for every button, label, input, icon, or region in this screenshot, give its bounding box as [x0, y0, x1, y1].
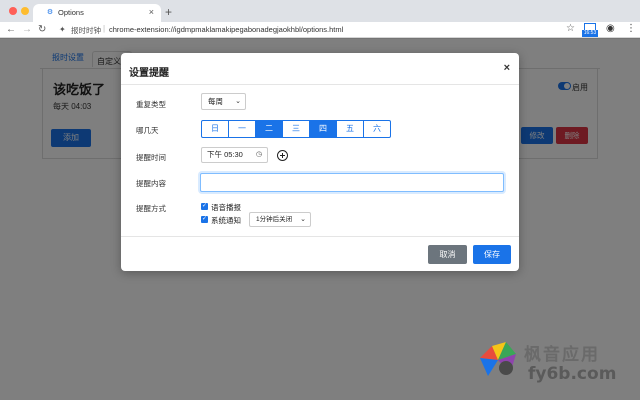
- notify-close-value: 1分钟后关闭: [256, 216, 293, 223]
- voice-checkbox-label: 语音播报: [211, 203, 241, 212]
- omnibox-site-name[interactable]: 报时时钟: [71, 25, 101, 36]
- reminder-content-label: 提醒内容: [136, 179, 166, 188]
- day-button-fri[interactable]: 五: [336, 120, 364, 138]
- forward-arrow-icon[interactable]: →: [22, 23, 32, 37]
- cancel-button[interactable]: 取消: [428, 245, 467, 264]
- voice-checkbox[interactable]: ✓: [201, 203, 208, 210]
- day-button-sun[interactable]: 日: [201, 120, 229, 138]
- extension-clock-icon: [584, 23, 596, 30]
- new-tab-button[interactable]: +: [165, 5, 172, 19]
- reminder-method-label: 提醒方式: [136, 204, 166, 213]
- tab-title: Options: [58, 8, 84, 17]
- modal-footer-divider: [121, 236, 519, 237]
- notify-checkbox[interactable]: ✓: [201, 216, 208, 223]
- clock-icon: ◷: [255, 151, 262, 158]
- bookmark-star-icon[interactable]: ☆: [566, 23, 575, 34]
- watermark-text-top: 枫音应用: [524, 345, 600, 365]
- day-button-tue[interactable]: 二: [255, 120, 283, 138]
- day-button-thu[interactable]: 四: [309, 120, 337, 138]
- account-icon[interactable]: ◉: [606, 23, 615, 34]
- notify-checkbox-label: 系统通知: [211, 216, 241, 225]
- back-arrow-icon[interactable]: ←: [6, 23, 16, 37]
- repeat-type-select[interactable]: 每周 ⌄: [201, 93, 246, 110]
- watermark-text-bottom: fy6b.com: [528, 364, 617, 384]
- modal-title: 设置提醒: [129, 68, 169, 79]
- add-time-plus-icon[interactable]: [277, 150, 288, 161]
- browser-toolbar: ← → ↻ ✦ 报时时钟 | chrome-extension://igdmpm…: [0, 22, 640, 38]
- day-button-mon[interactable]: 一: [228, 120, 256, 138]
- close-icon[interactable]: ×: [504, 62, 510, 74]
- puzzle-icon: ✦: [59, 25, 66, 34]
- save-button[interactable]: 保存: [473, 245, 511, 264]
- modal-header-divider: [121, 84, 519, 85]
- day-button-wed[interactable]: 三: [282, 120, 310, 138]
- reminder-time-label: 提醒时间: [136, 153, 166, 162]
- weekday-button-group: 日 一 二 三 四 五 六: [201, 120, 391, 138]
- window-close-button[interactable]: [9, 7, 17, 15]
- watermark-logo-icon: [480, 342, 516, 376]
- reload-icon[interactable]: ↻: [38, 23, 46, 37]
- extension-favicon-icon: ⚙: [46, 9, 54, 16]
- days-label: 哪几天: [136, 126, 159, 135]
- chevron-down-icon: ⌄: [300, 216, 306, 223]
- day-button-sat[interactable]: 六: [363, 120, 391, 138]
- omnibox-url[interactable]: chrome-extension://igdmpmaklamakipegabon…: [109, 25, 343, 34]
- tab-close-icon[interactable]: ×: [149, 7, 154, 17]
- reminder-time-input[interactable]: 下午 05:30 ◷: [201, 147, 268, 163]
- reminder-time-value: 下午 05:30: [207, 150, 243, 159]
- window-minimize-button[interactable]: [21, 7, 29, 15]
- reminder-content-input[interactable]: [200, 173, 504, 192]
- browser-tab[interactable]: ⚙ Options ×: [33, 4, 161, 22]
- reminder-modal: 设置提醒 × 重复类型 每周 ⌄ 哪几天 日 一 二 三 四 五 六 提醒时间 …: [121, 53, 519, 271]
- repeat-type-label: 重复类型: [136, 100, 166, 109]
- chevron-down-icon: ⌄: [235, 98, 241, 105]
- notify-close-select[interactable]: 1分钟后关闭 ⌄: [249, 212, 311, 227]
- omnibox-separator: |: [103, 24, 106, 33]
- extension-badge: 16:53: [582, 30, 598, 37]
- more-menu-icon[interactable]: ⋮: [626, 23, 636, 34]
- browser-tabstrip: ⚙ Options × +: [0, 0, 640, 22]
- repeat-type-value: 每周: [208, 97, 223, 106]
- extension-clock-button[interactable]: 16:53: [582, 23, 598, 37]
